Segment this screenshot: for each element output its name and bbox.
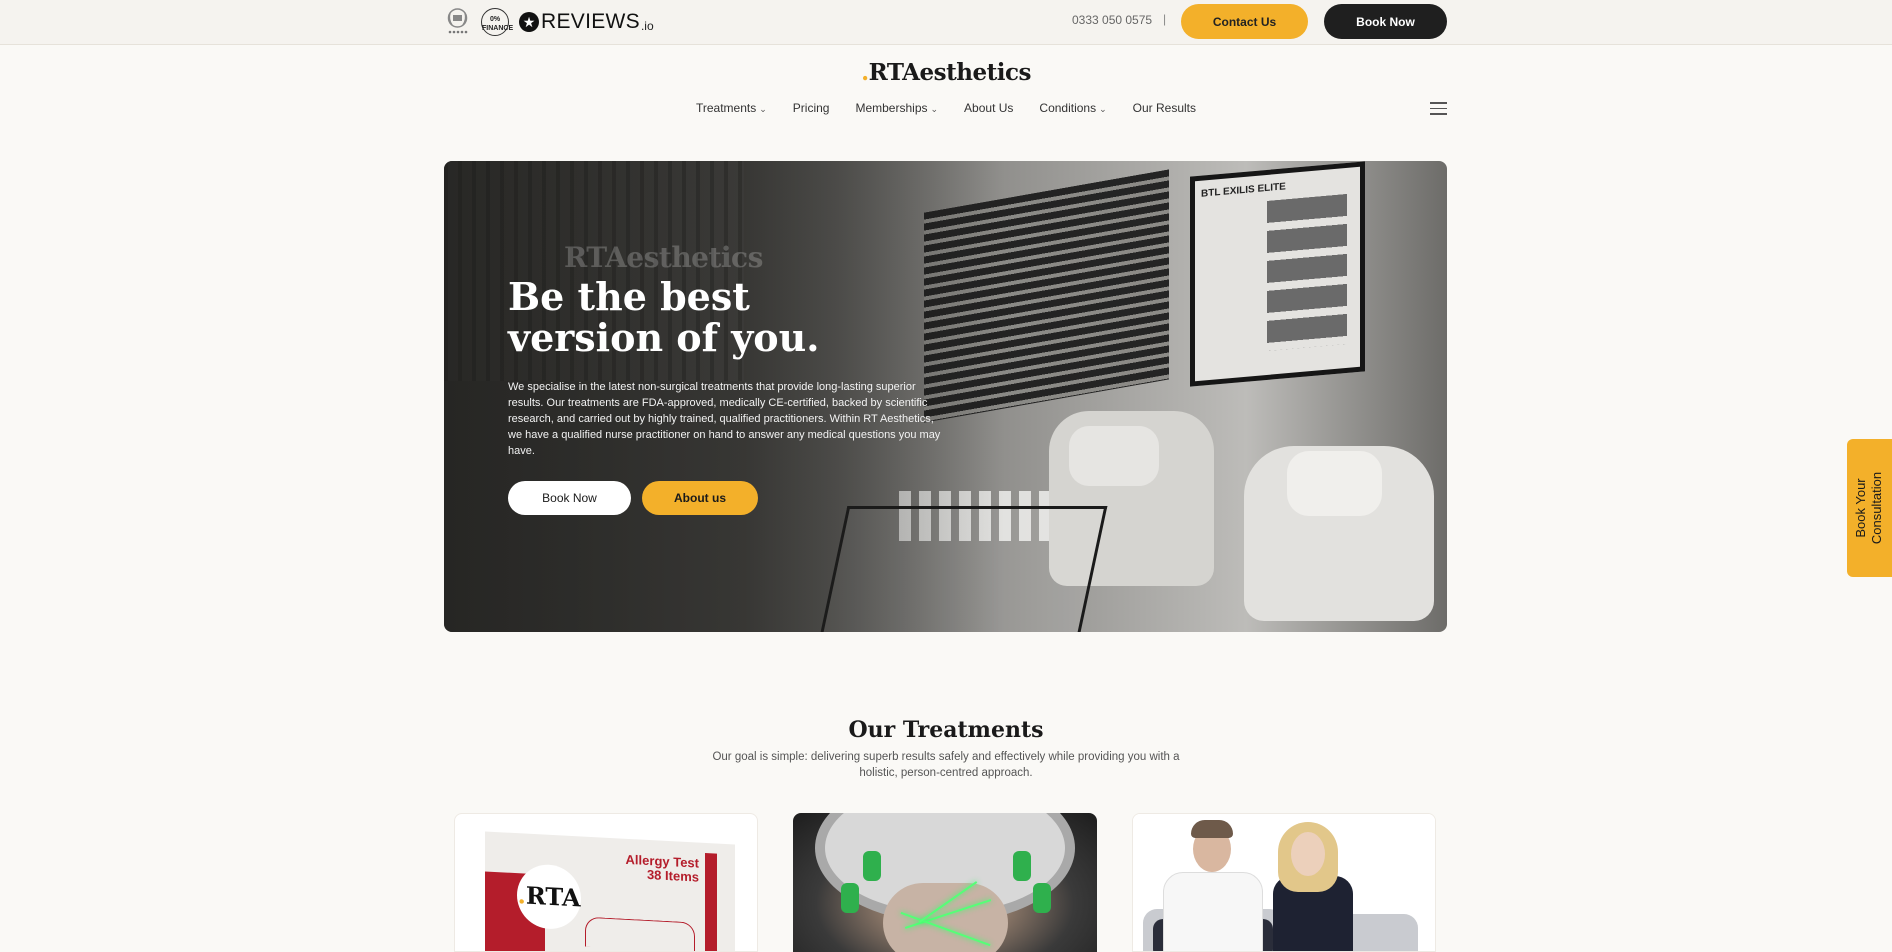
book-now-button[interactable]: Book Now (1324, 4, 1447, 39)
laurel-award-icon (447, 8, 468, 34)
nav-label: Memberships (855, 101, 928, 115)
chevron-down-icon: ⌄ (930, 104, 939, 114)
hero-title-line: Be the best (508, 274, 750, 319)
treatment-card-allergy-test[interactable]: Allergy Test 38 Items .RTA (454, 813, 758, 952)
section-title: Our Treatments (848, 717, 1044, 743)
star-icon: ★ (519, 12, 539, 32)
chevron-down-icon: ⌄ (1099, 104, 1107, 114)
logo-text: RTAesthetics (868, 59, 1032, 86)
finance-badge: 0% FINANCE (481, 8, 513, 36)
site-logo[interactable]: .RTAesthetics (0, 59, 1892, 86)
nav-item-pricing[interactable]: Pricing (793, 101, 830, 115)
side-tab-line: Book Your (1853, 478, 1868, 538)
phone-link[interactable]: 0333 050 0575 (1072, 13, 1152, 27)
treatment-card-practitioners[interactable] (1132, 813, 1436, 952)
top-bar: 0% FINANCE ★ REVIEWS .io 0333 050 0575 |… (0, 0, 1892, 45)
hero-title: Be the best version of you. (508, 276, 958, 358)
hero-book-now-button[interactable]: Book Now (508, 481, 631, 515)
allergy-test-box-image: Allergy Test 38 Items .RTA (485, 831, 735, 951)
divider: | (1163, 12, 1167, 26)
side-tab-label: Book Your Consultation (1853, 472, 1885, 544)
nav-item-memberships[interactable]: Memberships ⌄ (855, 101, 938, 115)
nav-item-our-results[interactable]: Our Results (1133, 101, 1196, 115)
hero-title-line: version of you. (508, 315, 820, 360)
poster-title: BTL EXILIS ELITE (1201, 181, 1286, 200)
logo-mark: . (861, 59, 869, 86)
hamburger-menu-icon[interactable] (1430, 102, 1447, 116)
nav-item-treatments[interactable]: Treatments ⌄ (696, 101, 767, 115)
rta-logo-text: RTA (525, 880, 581, 913)
nav-label: Pricing (792, 101, 830, 115)
hero-about-us-button[interactable]: About us (642, 481, 758, 515)
box-title-line: 38 Items (646, 866, 699, 885)
reviews-io-logo[interactable]: ★ REVIEWS .io (519, 9, 654, 35)
contact-us-button[interactable]: Contact Us (1181, 4, 1308, 39)
hero-description: We specialise in the latest non-surgical… (508, 381, 941, 457)
treatment-card-laser[interactable] (793, 813, 1097, 952)
reviews-suffix: .io (640, 19, 654, 33)
side-tab-line: Consultation (1869, 471, 1884, 545)
nav-label: Conditions (1039, 101, 1097, 115)
chevron-down-icon: ⌄ (759, 104, 767, 114)
nav-label: About Us (964, 101, 1014, 115)
hero-watermark-logo: RTAesthetics (564, 241, 763, 274)
nav-label: Treatments (695, 101, 757, 115)
reviews-brand: REVIEWS (541, 10, 640, 33)
hero-banner: BTL EXILIS ELITE RTAesthetics Be the bes… (444, 161, 1447, 632)
section-subtitle: Our goal is simple: delivering superb re… (712, 751, 1180, 779)
nav-label: Our Results (1132, 101, 1197, 115)
nav-item-about-us[interactable]: About Us (964, 101, 1013, 115)
box-title: Allergy Test 38 Items (626, 852, 699, 885)
book-consultation-tab[interactable]: Book Your Consultation (1847, 439, 1892, 577)
hero-image-poster: BTL EXILIS ELITE (1190, 161, 1365, 387)
nav-item-conditions[interactable]: Conditions ⌄ (1039, 101, 1106, 115)
main-nav: Treatments ⌄ Pricing Memberships ⌄ About U… (0, 101, 1892, 115)
